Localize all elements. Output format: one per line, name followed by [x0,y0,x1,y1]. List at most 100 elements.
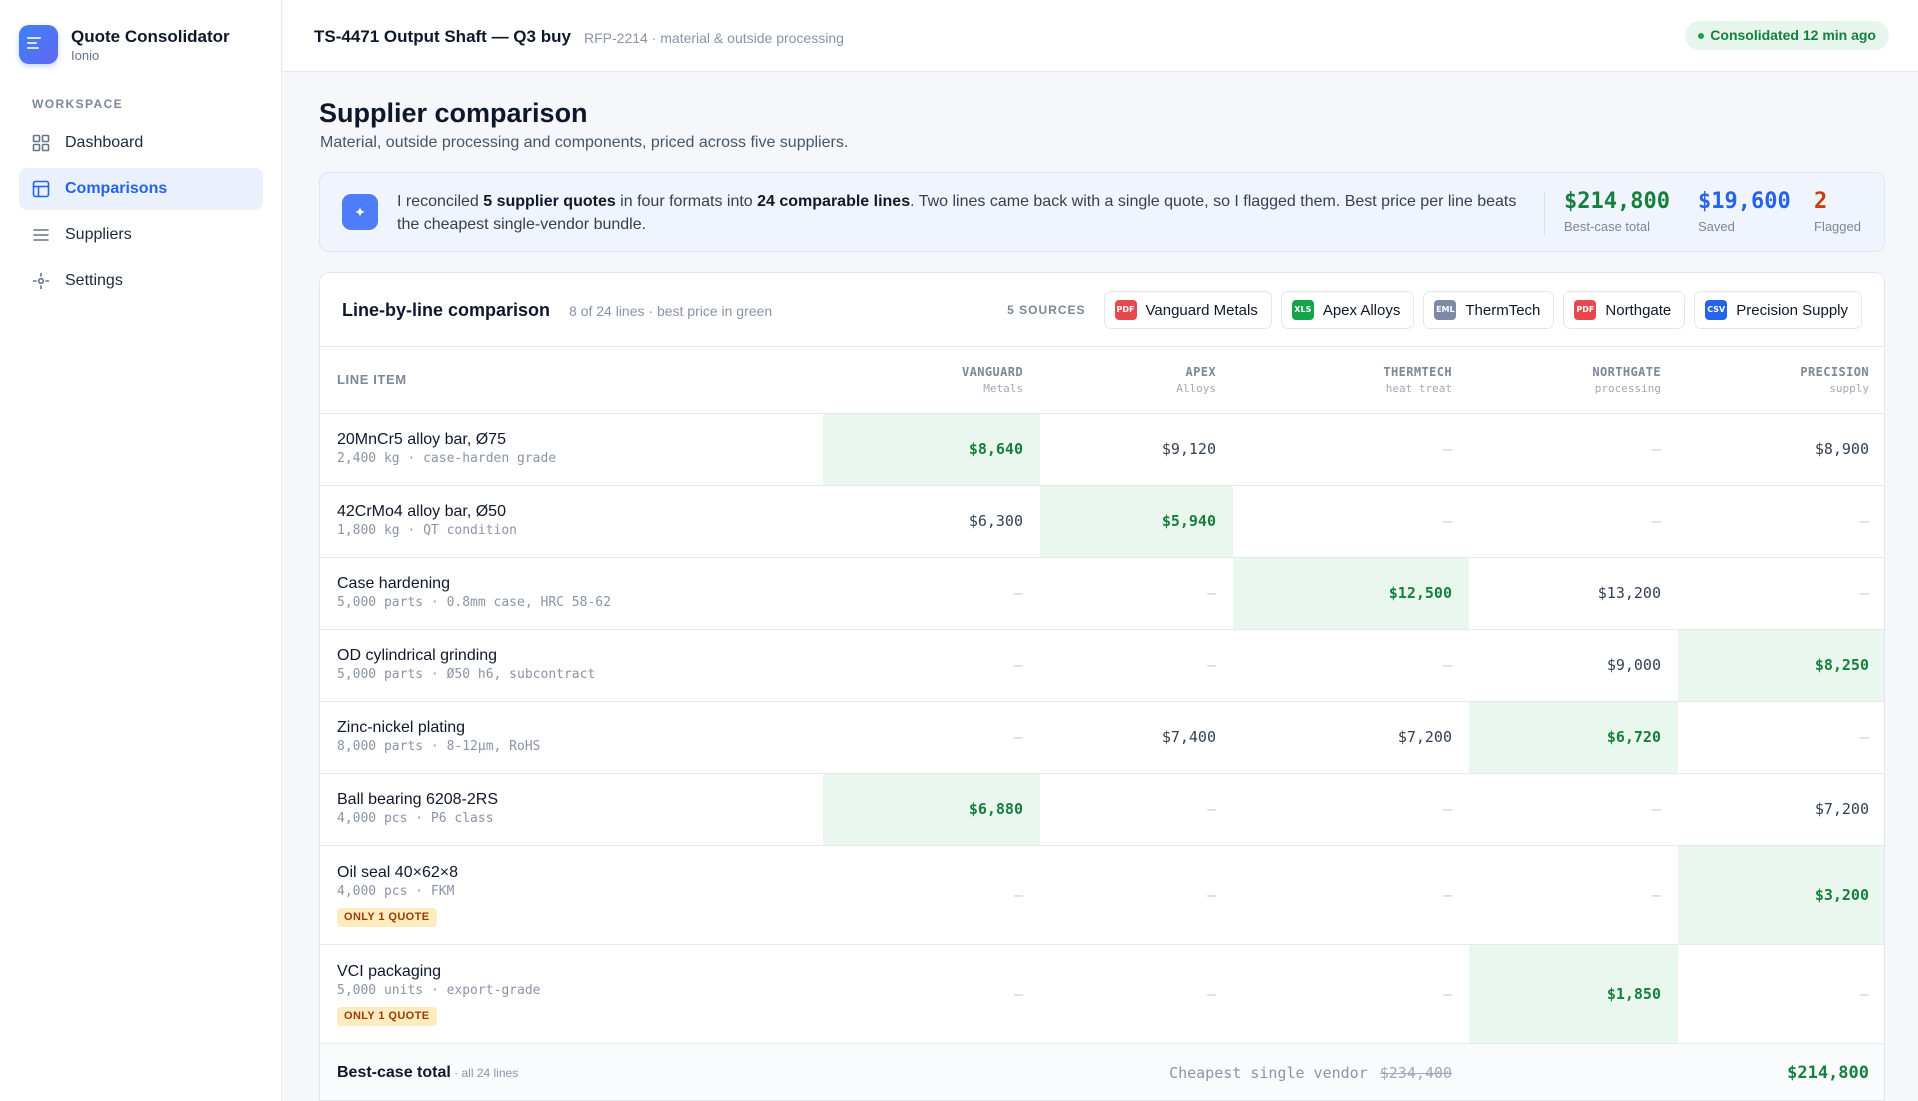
price-cell[interactable]: — [1040,629,1233,702]
metric-label: Saved [1698,219,1735,234]
source-name: Northgate [1605,301,1672,319]
price-cell[interactable]: — [1469,485,1678,558]
price-cell[interactable]: — [823,629,1040,702]
footer-label-cell: Best-case total · all 24 lines [320,1043,823,1100]
best-price-cell[interactable]: $5,940 [1040,485,1233,558]
price-cell[interactable]: $9,120 [1040,413,1233,486]
price-cell[interactable]: — [1233,845,1469,945]
best-price-cell[interactable]: $8,640 [823,413,1040,486]
source-name: ThermTech [1465,301,1541,319]
column-header-supplier[interactable]: APEX Alloys [1040,347,1233,414]
price-cell[interactable]: — [1040,557,1233,630]
divider [1544,191,1545,235]
price-cell[interactable]: — [1678,944,1884,1044]
comparison-table: LINE ITEM VANGUARD Metals APEX Alloys THER… [320,347,1884,1100]
line-item-name: Oil seal 40×62×8 [337,863,458,881]
best-case-total-value: $214,800 [1678,1043,1884,1100]
column-header-supplier[interactable]: PRECISION supply [1678,347,1884,414]
best-price-cell[interactable]: $6,880 [823,773,1040,846]
line-item-spec: 1,800 kg · QT condition [337,523,518,538]
source-chip-precision-supply[interactable]: CSV Precision Supply [1694,291,1862,329]
table-row[interactable]: Oil seal 40×62×8 4,000 pcs · FKM ONLY 1 QU… [320,845,1884,945]
sidebar-item-suppliers[interactable]: Suppliers [19,214,263,256]
source-chip-apex-alloys[interactable]: XLS Apex Alloys [1280,291,1415,329]
source-name: Apex Alloys [1322,301,1401,319]
price-cell[interactable]: — [1233,773,1469,846]
price-cell[interactable]: $7,200 [1678,773,1884,846]
price-cell[interactable]: — [1678,557,1884,630]
comparison-card: Line-by-line comparison 8 of 24 lines · … [319,272,1885,1101]
metric-label: Flagged [1814,219,1861,234]
price-cell[interactable]: — [1040,944,1233,1044]
price-cell[interactable]: — [1469,845,1678,945]
table-row[interactable]: 42CrMo4 alloy bar, Ø50 1,800 kg · QT cond… [320,485,1884,558]
sidebar-item-settings[interactable]: Settings [19,260,263,302]
csv-file-icon: CSV [1705,300,1728,320]
app-name: Quote Consolidator [71,26,230,46]
price-cell[interactable]: $7,400 [1040,701,1233,774]
best-price-cell[interactable]: $3,200 [1678,845,1884,945]
pdf-file-icon: PDF [1574,300,1597,320]
table-row[interactable]: Case hardening 5,000 parts · 0.8mm case, … [320,557,1884,630]
line-item-name: VCI packaging [337,962,442,980]
price-cell[interactable]: — [823,557,1040,630]
xls-file-icon: XLS [1291,300,1314,320]
brand[interactable]: Quote Consolidator Ionio [19,25,230,64]
metric-saved: $19,600 Saved [1698,189,1791,234]
table-row[interactable]: OD cylindrical grinding 5,000 parts · Ø50… [320,629,1884,702]
price-cell[interactable]: — [1233,485,1469,558]
line-item-spec: 5,000 units · export-grade [337,982,541,998]
price-cell[interactable]: — [1469,773,1678,846]
price-cell[interactable]: — [1233,413,1469,486]
table-row[interactable]: 20MnCr5 alloy bar, Ø75 2,400 kg · case-ha… [320,413,1884,486]
line-item-spec: 2,400 kg · case-harden grade [337,451,557,466]
column-header-line-item[interactable]: LINE ITEM [320,347,823,414]
sidebar-item-dashboard[interactable]: Dashboard [19,122,263,164]
sidebar-item-label: Comparisons [65,180,168,197]
page-subtitle: Material, outside processing and compone… [320,134,849,151]
sidebar-item-comparisons[interactable]: Comparisons [19,168,263,210]
price-cell[interactable]: — [1040,773,1233,846]
price-cell[interactable]: — [1678,485,1884,558]
sidebar-item-label: Settings [65,272,123,289]
source-chip-northgate[interactable]: PDF Northgate [1563,291,1686,329]
column-header-supplier[interactable]: THERMTECH heat treat [1233,347,1469,414]
price-cell[interactable]: $6,300 [823,485,1040,558]
source-chip-vanguard-metals[interactable]: PDF Vanguard Metals [1103,291,1272,329]
best-price-cell[interactable]: $8,250 [1678,629,1884,702]
table-row[interactable]: Ball bearing 6208-2RS 4,000 pcs · P6 clas… [320,773,1884,846]
top-bar: TS-4471 Output Shaft — Q3 buy RFP-2214 ·… [283,0,1918,72]
table-row[interactable]: Zinc-nickel plating 8,000 parts · 8-12µm,… [320,701,1884,774]
price-cell[interactable]: $7,200 [1233,701,1469,774]
metric-flagged: 2 Flagged [1814,189,1861,234]
workspace-section-label: WORKSPACE [32,97,124,111]
column-header-supplier[interactable]: VANGUARD Metals [823,347,1040,414]
summary-line-count: 24 comparable lines [757,193,911,210]
metric-value: $214,800 [1564,189,1670,214]
source-name: Precision Supply [1736,301,1848,319]
price-cell[interactable]: — [1040,845,1233,945]
source-chips: 5 SOURCES PDF Vanguard Metals XLS Apex A… [1007,291,1862,329]
price-cell[interactable]: — [823,701,1040,774]
best-price-cell[interactable]: $6,720 [1469,701,1678,774]
price-cell[interactable]: — [823,845,1040,945]
price-cell[interactable]: — [1233,629,1469,702]
source-chip-thermtech[interactable]: EML ThermTech [1423,291,1555,329]
price-cell[interactable]: $13,200 [1469,557,1678,630]
line-item-name: 42CrMo4 alloy bar, Ø50 [337,503,506,520]
price-cell[interactable]: $8,900 [1678,413,1884,486]
best-price-cell[interactable]: $12,500 [1233,557,1469,630]
price-cell[interactable]: — [1469,413,1678,486]
best-price-cell[interactable]: $1,850 [1469,944,1678,1044]
line-item-name: Case hardening [337,575,450,592]
line-item-spec: 8,000 parts · 8-12µm, RoHS [337,739,541,754]
price-cell[interactable]: — [823,944,1040,1044]
line-item-cell: 20MnCr5 alloy bar, Ø75 2,400 kg · case-ha… [320,413,823,486]
price-cell[interactable]: — [1678,701,1884,774]
price-cell[interactable]: $9,000 [1469,629,1678,702]
price-cell[interactable]: — [1233,944,1469,1044]
comparison-card-header: Line-by-line comparison 8 of 24 lines · … [320,273,1884,347]
line-item-cell: Case hardening 5,000 parts · 0.8mm case, … [320,557,823,630]
column-header-supplier[interactable]: NORTHGATE processing [1469,347,1678,414]
table-row[interactable]: VCI packaging 5,000 units · export-grade O… [320,944,1884,1044]
